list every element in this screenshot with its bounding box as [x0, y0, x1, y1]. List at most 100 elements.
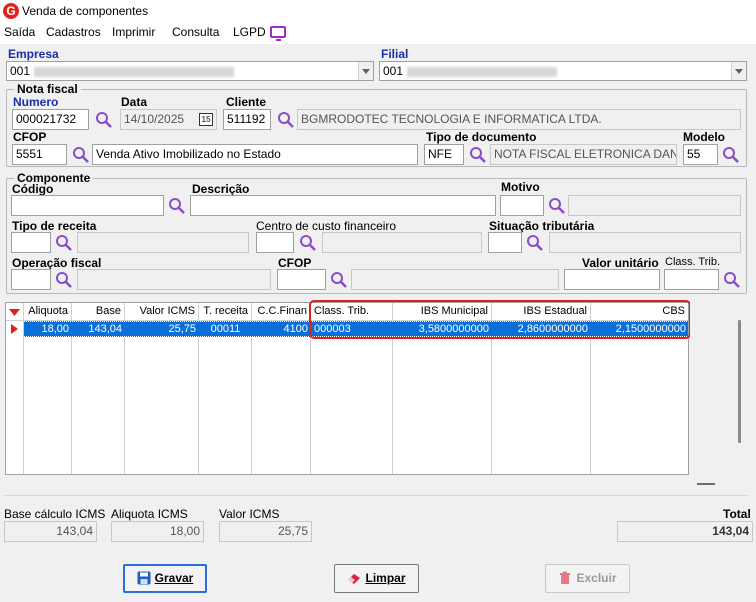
tipo-documento-label: Tipo de documento — [426, 130, 537, 144]
modelo-input[interactable]: 55 — [683, 144, 718, 165]
col-cc-finan-header[interactable]: C.C.Finan — [252, 303, 311, 321]
codigo-label: Código — [12, 182, 54, 196]
empresa-select[interactable]: 001 — [6, 61, 374, 81]
numero-search-icon[interactable] — [95, 111, 113, 129]
tipo-documento-search-icon[interactable] — [469, 146, 487, 164]
triangle-down-icon — [9, 309, 20, 316]
cfop-search-icon[interactable] — [72, 146, 90, 164]
nota-fiscal-title: Nota fiscal — [14, 82, 81, 96]
grid-menu-header[interactable] — [6, 303, 24, 321]
motivo-search-icon[interactable] — [548, 197, 566, 215]
col-t-receita-header[interactable]: T. receita — [199, 303, 252, 321]
grid-divider — [590, 337, 591, 474]
calendar-icon[interactable]: 15 — [199, 113, 213, 126]
centro-custo-label: Centro de custo financeiro — [256, 219, 397, 233]
col-aliquota-header[interactable]: Aliquota — [24, 303, 72, 321]
data-input[interactable]: 14/10/2025 15 — [120, 109, 217, 130]
cfop-descricao-field: Venda Ativo Imobilizado no Estado — [92, 144, 418, 165]
empresa-dropdown-icon[interactable] — [358, 62, 373, 80]
centro-custo-input[interactable] — [256, 232, 294, 253]
cliente-search-icon[interactable] — [277, 111, 295, 129]
data-label: Data — [121, 95, 148, 109]
window-title: Venda de componentes — [22, 4, 149, 18]
class-trib-search-icon[interactable] — [723, 271, 741, 289]
gravar-label: Gravar — [154, 571, 194, 585]
componente-cfop-input[interactable] — [277, 269, 326, 290]
col-base-header[interactable]: Base — [72, 303, 125, 321]
descricao-input[interactable] — [190, 195, 496, 216]
grid-divider — [71, 337, 72, 474]
menu-imprimir[interactable]: Imprimir — [112, 25, 155, 39]
vertical-scrollbar[interactable] — [738, 320, 741, 443]
empresa-label: Empresa — [8, 47, 59, 61]
codigo-search-icon[interactable] — [168, 197, 186, 215]
situacao-tributaria-label: Situação tributária — [489, 219, 595, 233]
current-row-arrow-icon — [11, 324, 18, 334]
grid-divider — [310, 337, 311, 474]
componente-cfop-label: CFOP — [278, 256, 312, 270]
empresa-name-redacted — [34, 66, 235, 77]
horizontal-scrollbar[interactable] — [697, 483, 715, 485]
gravar-button[interactable]: Gravar — [123, 564, 207, 593]
operacao-fiscal-desc-field — [77, 269, 271, 290]
filial-name-redacted — [407, 66, 558, 77]
base-calculo-icms-field: 143,04 — [4, 521, 97, 542]
total-label: Total — [723, 507, 751, 521]
save-icon — [137, 571, 151, 585]
centro-custo-search-icon[interactable] — [299, 234, 317, 252]
motivo-input[interactable] — [500, 195, 544, 216]
centro-custo-desc-field — [322, 232, 482, 253]
eraser-icon — [348, 574, 361, 584]
menu-consulta[interactable]: Consulta — [172, 25, 219, 39]
tipo-documento-input[interactable]: NFE — [424, 144, 464, 165]
situacao-tributaria-desc-field — [549, 232, 741, 253]
aliquota-icms-field: 18,00 — [111, 521, 204, 542]
cell-cc-finan[interactable]: 4100 — [252, 321, 311, 337]
operacao-fiscal-input[interactable] — [11, 269, 51, 290]
limpar-label: Limpar — [365, 571, 406, 585]
situacao-tributaria-input[interactable] — [488, 232, 522, 253]
tipo-receita-desc-field — [77, 232, 249, 253]
componente-cfop-desc-field — [351, 269, 559, 290]
cell-valor-icms[interactable]: 25,75 — [125, 321, 199, 337]
cell-aliquota[interactable]: 18,00 — [24, 321, 72, 337]
menu-cadastros[interactable]: Cadastros — [46, 25, 101, 39]
tipo-receita-search-icon[interactable] — [55, 234, 73, 252]
grid-divider — [198, 337, 199, 474]
highlight-box — [309, 300, 691, 339]
cell-t-receita[interactable]: 00011 — [199, 321, 252, 337]
situacao-tributaria-search-icon[interactable] — [526, 234, 544, 252]
grid-divider — [491, 337, 492, 474]
filial-select[interactable]: 001 — [379, 61, 747, 81]
excluir-button[interactable]: Excluir — [545, 564, 630, 593]
operacao-fiscal-search-icon[interactable] — [55, 271, 73, 289]
filial-value: 001 — [383, 64, 404, 78]
tipo-receita-input[interactable] — [11, 232, 51, 253]
componente-cfop-search-icon[interactable] — [330, 271, 348, 289]
cell-base[interactable]: 143,04 — [72, 321, 125, 337]
grid-divider — [392, 337, 393, 474]
modelo-search-icon[interactable] — [722, 146, 740, 164]
col-valor-icms-header[interactable]: Valor ICMS — [125, 303, 199, 321]
monitor-icon[interactable] — [270, 26, 286, 41]
cfop-input[interactable]: 5551 — [12, 144, 67, 165]
cfop-label: CFOP — [13, 130, 47, 144]
filial-dropdown-icon[interactable] — [731, 62, 746, 80]
numero-input[interactable]: 000021732 — [12, 109, 89, 130]
filial-label: Filial — [381, 47, 409, 61]
codigo-input[interactable] — [11, 195, 164, 216]
menu-saida[interactable]: Saída — [4, 25, 35, 39]
class-trib-label: Class. Trib. — [665, 256, 721, 268]
empresa-value: 001 — [10, 64, 31, 78]
row-indicator-column — [6, 321, 24, 474]
app-logo-icon: G — [3, 3, 19, 19]
valor-unitario-input[interactable] — [564, 269, 660, 290]
menu-lgpd[interactable]: LGPD — [233, 25, 266, 39]
motivo-label: Motivo — [501, 180, 540, 194]
class-trib-input[interactable] — [664, 269, 719, 290]
total-field: 143,04 — [617, 521, 753, 542]
valor-unitario-label: Valor unitário — [582, 256, 659, 270]
operacao-fiscal-label: Operação fiscal — [12, 256, 102, 270]
limpar-button[interactable]: Limpar — [334, 564, 419, 593]
cliente-codigo-input[interactable]: 511192 — [223, 109, 271, 130]
